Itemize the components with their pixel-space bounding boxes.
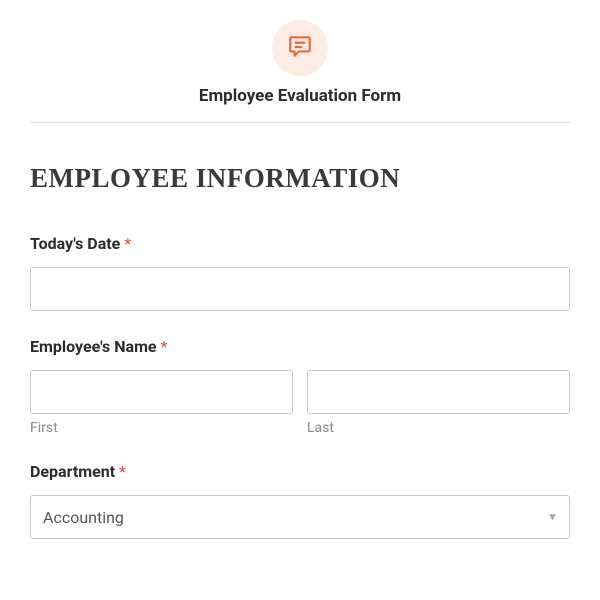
department-select[interactable]: Accounting	[30, 495, 570, 539]
name-row: First Last	[30, 370, 570, 436]
name-label: Employee's Name *	[30, 337, 570, 356]
department-selected-value: Accounting	[43, 508, 124, 527]
form-icon-circle	[272, 20, 328, 76]
form-title: Employee Evaluation Form	[30, 86, 570, 106]
last-name-sublabel: Last	[307, 420, 570, 436]
date-input[interactable]	[30, 267, 570, 311]
department-label-text: Department	[30, 462, 115, 481]
field-department: Department * Accounting ▼	[30, 462, 570, 539]
field-date: Today's Date *	[30, 234, 570, 311]
last-name-col: Last	[307, 370, 570, 436]
required-marker: *	[161, 337, 168, 356]
department-select-wrapper: Accounting ▼	[30, 495, 570, 539]
required-marker: *	[119, 462, 126, 481]
speech-bubble-icon	[287, 33, 313, 63]
date-label: Today's Date *	[30, 234, 570, 253]
required-marker: *	[124, 234, 131, 253]
name-label-text: Employee's Name	[30, 337, 157, 356]
first-name-sublabel: First	[30, 420, 293, 436]
first-name-col: First	[30, 370, 293, 436]
department-label: Department *	[30, 462, 570, 481]
last-name-input[interactable]	[307, 370, 570, 414]
section-heading: EMPLOYEE INFORMATION	[30, 163, 570, 194]
first-name-input[interactable]	[30, 370, 293, 414]
field-name: Employee's Name * First Last	[30, 337, 570, 436]
date-label-text: Today's Date	[30, 234, 120, 253]
form-header: Employee Evaluation Form	[30, 20, 570, 123]
